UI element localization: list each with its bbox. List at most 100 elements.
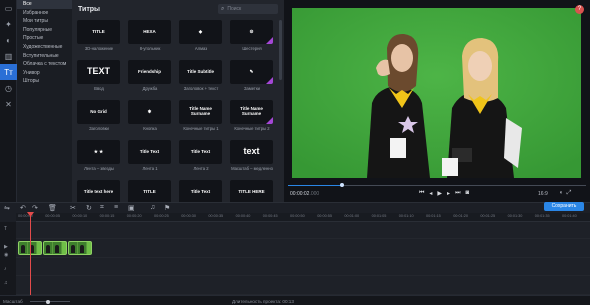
title-thumbnail-text: Title Name Surname — [240, 106, 263, 116]
aspect-ratio-select[interactable]: 16:9 — [538, 191, 548, 197]
music-track-lane[interactable] — [16, 276, 590, 295]
category-item[interactable]: Простые — [17, 34, 72, 43]
title-template-label: Шестерня — [242, 46, 262, 51]
category-item[interactable]: Облачка с текстом — [17, 60, 72, 69]
help-icon[interactable]: ? — [575, 5, 584, 14]
title-template-tile[interactable]: Title Text — [179, 140, 222, 164]
title-thumbnail-text: ✱ — [147, 108, 152, 114]
video-track-lock-icon[interactable]: ◉ — [4, 252, 8, 258]
title-template-tile[interactable]: TITLE — [128, 180, 171, 204]
search-input[interactable]: ⌕ Поиск — [218, 4, 278, 14]
playhead-line[interactable] — [30, 213, 31, 297]
category-item[interactable]: Популярные — [17, 26, 72, 35]
play-icon[interactable]: ▶ — [437, 190, 442, 197]
step-back-icon[interactable]: ◂ — [429, 190, 432, 197]
audio-icon[interactable]: ♫ — [150, 204, 155, 211]
title-template-tile[interactable]: Title Name Surname — [230, 100, 273, 124]
titles-panel: Титры ⌕ Поиск TITLE 3D-наложение HEXA 8-уго… — [72, 0, 284, 204]
video-editor-window: ▭ ✦ ◐ ▥ Tт ◷ ✕ Все Избранное Мои титры Популярные… — [0, 0, 590, 305]
title-template-tile[interactable]: Friendship — [128, 60, 171, 84]
stickers-icon[interactable]: ◷ — [0, 80, 17, 96]
title-template-tile[interactable]: Title Text — [128, 140, 171, 164]
title-template-tile[interactable]: Title Subtitle — [179, 60, 222, 84]
cut-icon[interactable]: ✂ — [70, 204, 76, 212]
category-item[interactable]: Вступительные — [17, 52, 72, 61]
title-template-tile[interactable]: Title Text — [179, 180, 222, 204]
title-template-tile[interactable]: TITLE — [77, 20, 120, 44]
zoom-slider-handle[interactable] — [46, 299, 50, 304]
title-thumbnail-text: Title Subtitle — [187, 68, 214, 74]
track-headers: T ▶ ◉ ♪ ♫ — [0, 222, 16, 295]
adjust-icon[interactable]: ≡ — [114, 204, 118, 211]
more-tools-icon[interactable]: ✕ — [0, 96, 17, 112]
title-template-tile[interactable]: Title text here — [77, 180, 120, 204]
crop-icon[interactable]: ⌗ — [100, 204, 104, 212]
undo-icon[interactable]: ↶ — [20, 204, 26, 212]
redo-icon[interactable]: ↷ — [32, 204, 38, 212]
title-template-tile[interactable]: TITLE HERE — [230, 180, 273, 204]
tracks-settings-icon[interactable]: ⇋ — [4, 204, 10, 212]
title-thumbnail-text: HEXA — [143, 28, 156, 34]
title-template-tile[interactable]: HEXA — [128, 20, 171, 44]
delete-icon[interactable]: 🗑 — [48, 204, 57, 212]
playback-scrubber-handle[interactable] — [339, 183, 344, 187]
title-thumbnail-text: text — [243, 146, 260, 157]
title-template-tile[interactable]: ⚙ — [230, 20, 273, 44]
volume-icon[interactable]: ◖ — [559, 190, 563, 197]
ruler-tick-label: 00:01:05 — [371, 214, 387, 218]
ruler-tick-label: 00:01:35 — [534, 214, 550, 218]
title-thumbnail-text: No Grid — [90, 108, 107, 114]
skip-end-icon[interactable]: ⏭ — [455, 190, 460, 197]
media-icon[interactable]: ▣ — [128, 204, 135, 212]
video-scene-image — [292, 8, 581, 178]
save-button[interactable]: Сохранить — [544, 202, 584, 211]
title-template-tile[interactable]: ✱ — [128, 100, 171, 124]
ruler-tick-label: 00:00:40 — [235, 214, 251, 218]
transitions-icon[interactable]: ▥ — [0, 48, 17, 64]
rotate-icon[interactable]: ↻ — [86, 204, 92, 212]
video-clip[interactable] — [43, 241, 67, 255]
title-template-label: Лента 1 — [142, 166, 158, 171]
title-template-tile[interactable]: ★ ★ — [77, 140, 120, 164]
fullscreen-icon[interactable]: ⤢ — [567, 190, 572, 197]
video-clip[interactable] — [68, 241, 92, 255]
category-item[interactable]: Избранное — [17, 9, 72, 18]
title-template-label: Ввод — [94, 86, 104, 91]
step-forward-icon[interactable]: ▸ — [447, 190, 450, 197]
title-template-tile[interactable]: TEXT — [77, 60, 120, 84]
category-item[interactable]: Шторы — [17, 77, 72, 86]
category-item[interactable]: Все — [17, 0, 72, 9]
timecode-display: 00:00:02.000 — [290, 191, 319, 197]
zoom-slider[interactable] — [30, 299, 70, 304]
timeline-ruler[interactable]: 00:00:00 00:00:05 00:00:10 00:00:15 00:00:20… — [16, 213, 590, 222]
snapshot-icon[interactable]: ◙ — [465, 190, 469, 197]
timeline-toolbar: ⇋ ↶ ↷ 🗑 ✂ ↻ ⌗ ≡ ▣ ♫ ⚑ — [0, 202, 590, 213]
title-thumbnail-text: TITLE — [92, 28, 105, 34]
title-template-label: Лента 2 — [193, 166, 209, 171]
title-template-tile[interactable]: Title Name Surname — [179, 100, 222, 124]
titles-scrollbar[interactable] — [279, 20, 282, 80]
clip-thumbnail — [69, 242, 78, 254]
title-template-label: Заметки — [243, 86, 261, 91]
video-track-lane[interactable] — [16, 239, 590, 258]
title-template-tile[interactable]: ✎ — [230, 60, 273, 84]
preview-player: ? 00:00:02.000 ⏮ ◂ ▶ ▸ ⏭ ◙ 16:9 ◖ ⤢ — [284, 0, 590, 202]
audio-track-lane[interactable] — [16, 258, 590, 276]
magic-wand-icon[interactable]: ✦ — [0, 16, 17, 32]
timeline-tracks[interactable] — [16, 222, 590, 295]
category-item[interactable]: Унивор — [17, 69, 72, 78]
titles-icon[interactable]: Tт — [0, 64, 17, 80]
category-item[interactable]: Художественные — [17, 43, 72, 52]
category-item[interactable]: Мои титры — [17, 17, 72, 26]
playback-progress-bar[interactable] — [288, 183, 586, 187]
skip-start-icon[interactable]: ⏮ — [419, 190, 424, 197]
import-icon[interactable]: ▭ — [0, 0, 17, 16]
text-track-lane[interactable] — [16, 222, 590, 239]
title-template-tile[interactable]: No Grid — [77, 100, 120, 124]
filters-icon[interactable]: ◐ — [0, 32, 17, 48]
project-duration: Длительность проекта: 00:13 — [232, 299, 294, 304]
title-template-tile[interactable]: ◆ — [179, 20, 222, 44]
title-template-tile[interactable]: text — [230, 140, 273, 164]
ruler-tick-label: 00:00:20 — [126, 214, 142, 218]
clip-properties-icon[interactable]: ⚑ — [164, 204, 170, 212]
